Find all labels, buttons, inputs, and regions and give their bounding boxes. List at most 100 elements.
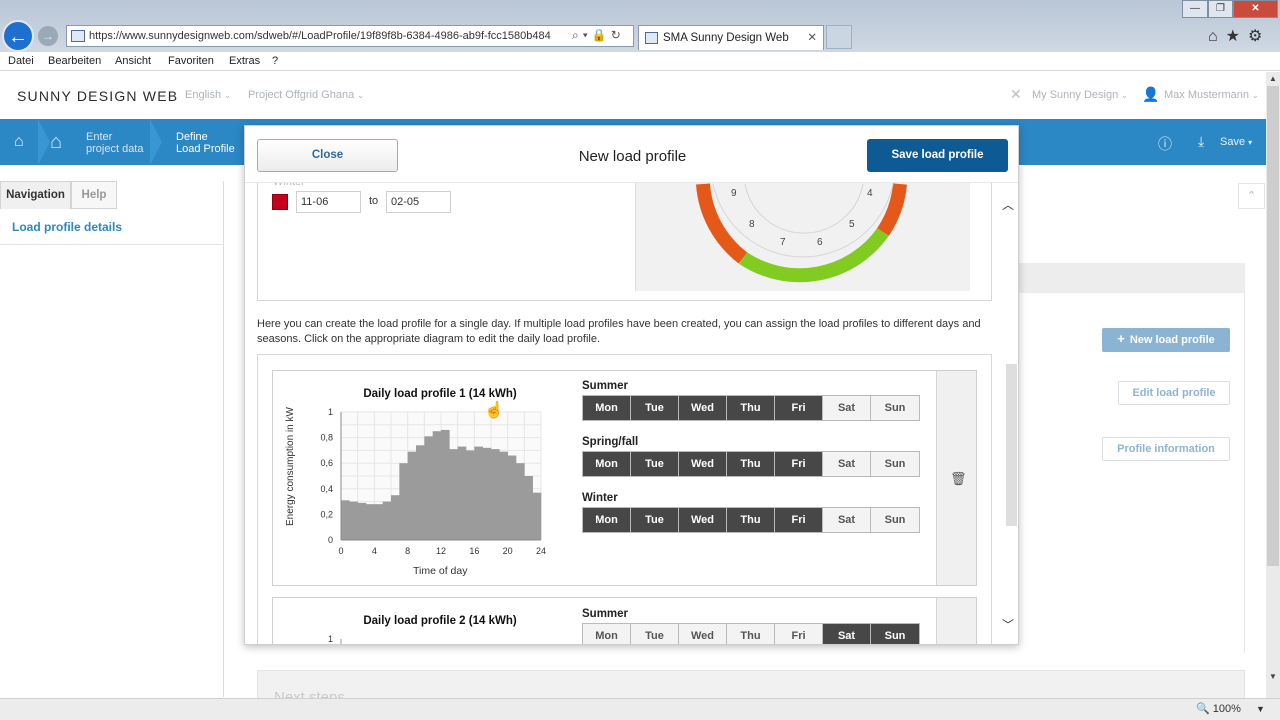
info-icon[interactable]: ⓘ — [1158, 134, 1172, 154]
collapse-icon[interactable]: ⌃ — [1238, 183, 1265, 209]
day-toggle-tue[interactable]: Tue — [631, 508, 679, 532]
menu-bearbeiten[interactable]: Bearbeiten — [48, 55, 101, 67]
edit-load-profile-button[interactable]: Edit load profile — [1118, 381, 1230, 405]
day-toggle-sun[interactable]: Sun — [871, 452, 919, 476]
day-toggle-tue[interactable]: Tue — [631, 624, 679, 644]
background-panel-header — [1018, 263, 1245, 293]
menu-bar: Datei Bearbeiten Ansicht Favoriten Extra… — [0, 52, 1280, 71]
day-toggle-tue[interactable]: Tue — [631, 396, 679, 420]
page-scrollbar-thumb[interactable] — [1267, 86, 1279, 566]
back-button[interactable]: ← — [2, 20, 34, 52]
day-toggle-sat[interactable]: Sat — [823, 624, 871, 644]
day-toggle-thu[interactable]: Thu — [727, 396, 775, 420]
profile-2-title[interactable]: Daily load profile 2 (14 kWh) — [340, 615, 540, 627]
wheel-label: 5 — [849, 219, 855, 230]
dropdown-icon[interactable]: ▾ — [583, 28, 592, 42]
chevron-down-icon[interactable]: ﹀ — [1002, 616, 1014, 633]
language-select[interactable]: English ⌄ — [185, 89, 231, 101]
winter-end-date-input[interactable]: 02-05 — [386, 191, 451, 213]
tab-navigation[interactable]: Navigation — [0, 181, 71, 209]
profile-1-title[interactable]: Daily load profile 1 (14 kWh) — [340, 388, 540, 400]
scroll-down-icon[interactable]: ▼ — [1266, 670, 1280, 684]
tab-close-icon[interactable]: ✕ — [807, 26, 817, 50]
day-toggle-wed[interactable]: Wed — [679, 624, 727, 644]
profile-information-button[interactable]: Profile information — [1102, 437, 1230, 461]
new-load-profile-button[interactable]: + New load profile — [1102, 328, 1230, 352]
chevron-up-icon[interactable]: ︿ — [1002, 196, 1014, 213]
day-toggle-mon[interactable]: Mon — [583, 508, 631, 532]
delete-trash-icon[interactable]: 🗑 — [950, 471, 967, 487]
my-sunny-design-label: My Sunny Design — [1032, 89, 1119, 101]
day-toggle-sat[interactable]: Sat — [823, 452, 871, 476]
forward-button[interactable]: → — [38, 26, 58, 46]
chart-bar — [416, 445, 425, 540]
x-tick-label: 8 — [405, 546, 410, 556]
day-toggle-wed[interactable]: Wed — [679, 396, 727, 420]
step-define-load-profile[interactable]: Define Load Profile — [176, 131, 235, 155]
home-step-icon[interactable]: ⌂ — [14, 133, 24, 151]
load-profile-modal: Winter 11-06 to 02-05 9 8 7 6 5 4 Here y… — [244, 125, 1019, 645]
settings-gear-icon[interactable]: ⚙ — [1248, 28, 1270, 45]
day-toggle-fri[interactable]: Fri — [775, 624, 823, 644]
user-menu[interactable]: Max Mustermann ⌄ — [1164, 89, 1259, 101]
day-toggle-fri[interactable]: Fri — [775, 396, 823, 420]
project-select[interactable]: Project Offgrid Ghana ⌄ — [248, 89, 364, 101]
day-toggle-thu[interactable]: Thu — [727, 508, 775, 532]
day-toggle-mon[interactable]: Mon — [583, 624, 631, 644]
menu-favoriten[interactable]: Favoriten — [168, 55, 214, 67]
day-toggle-tue[interactable]: Tue — [631, 452, 679, 476]
day-toggle-thu[interactable]: Thu — [727, 452, 775, 476]
home-icon[interactable]: ⌂ — [1208, 28, 1226, 45]
day-toggle-row: Mon Tue Wed Thu Fri Sat Sun — [582, 451, 920, 477]
day-toggle-sun[interactable]: Sun — [871, 396, 919, 420]
search-icon[interactable]: ⌕ — [572, 28, 583, 42]
y-tick-label: 0,4 — [320, 484, 333, 494]
day-toggle-sat[interactable]: Sat — [823, 396, 871, 420]
address-bar[interactable]: https://www.sunnydesignweb.com/sdweb/#/L… — [66, 25, 634, 47]
menu-datei[interactable]: Datei — [8, 55, 34, 67]
y-tick-label: 0,2 — [320, 509, 333, 519]
window-close-button[interactable]: ✕ — [1233, 0, 1278, 18]
x-tick-label: 12 — [436, 546, 446, 556]
refresh-icon[interactable]: ↻ — [611, 28, 625, 42]
day-toggle-fri[interactable]: Fri — [775, 508, 823, 532]
scroll-up-icon[interactable]: ▲ — [1266, 72, 1280, 86]
menu-extras[interactable]: Extras — [229, 55, 260, 67]
minimize-button[interactable]: — — [1182, 0, 1208, 18]
menu-ansicht[interactable]: Ansicht — [115, 55, 151, 67]
day-toggle-wed[interactable]: Wed — [679, 508, 727, 532]
day-toggle-sun[interactable]: Sun — [871, 508, 919, 532]
zoom-control[interactable]: 🔍 100% ▼ — [1196, 702, 1265, 715]
chart-bar — [432, 431, 442, 540]
daily-load-chart-2[interactable]: 1 — [303, 631, 553, 645]
maximize-button[interactable]: ❐ — [1208, 0, 1233, 18]
modal-scrollbar[interactable] — [1006, 364, 1017, 526]
nav-load-profile-details[interactable]: Load profile details — [12, 220, 122, 234]
tab-help[interactable]: Help — [71, 181, 117, 209]
chart-bar — [341, 500, 350, 540]
day-toggle-fri[interactable]: Fri — [775, 452, 823, 476]
new-tab-button[interactable] — [826, 25, 852, 49]
y-tick-label: 1 — [328, 634, 333, 644]
my-sunny-design-menu[interactable]: My Sunny Design ⌄ — [1032, 89, 1128, 101]
season-wheel[interactable]: 9 8 7 6 5 4 — [685, 166, 925, 286]
browser-tab[interactable]: SMA Sunny Design Web ✕ — [638, 25, 824, 50]
day-toggle-sun[interactable]: Sun — [871, 624, 919, 644]
day-toggle-thu[interactable]: Thu — [727, 624, 775, 644]
brand-logo: SUNNY DESIGN WEB — [17, 88, 179, 104]
day-toggle-mon[interactable]: Mon — [583, 452, 631, 476]
winter-start-date-input[interactable]: 11-06 — [296, 191, 361, 213]
menu-help[interactable]: ? — [272, 55, 278, 67]
day-toggle-wed[interactable]: Wed — [679, 452, 727, 476]
address-actions[interactable]: ⌕▾🔒↻ — [572, 28, 625, 43]
winter-color-swatch[interactable] — [272, 194, 288, 210]
day-toggle-sat[interactable]: Sat — [823, 508, 871, 532]
day-group-label: Summer — [582, 380, 629, 392]
day-toggle-mon[interactable]: Mon — [583, 396, 631, 420]
step-enter-project-data[interactable]: Enter project data — [86, 131, 143, 155]
favorites-star-icon[interactable]: ★ — [1226, 28, 1248, 45]
save-load-profile-button[interactable]: Save load profile — [867, 139, 1008, 172]
chart-bar — [424, 436, 433, 540]
save-menu[interactable]: Save ▾ — [1220, 136, 1252, 148]
daily-load-chart-1[interactable]: 0 0,2 0,4 0,6 0,8 1 0 4 8 12 16 20 24 — [303, 402, 553, 562]
